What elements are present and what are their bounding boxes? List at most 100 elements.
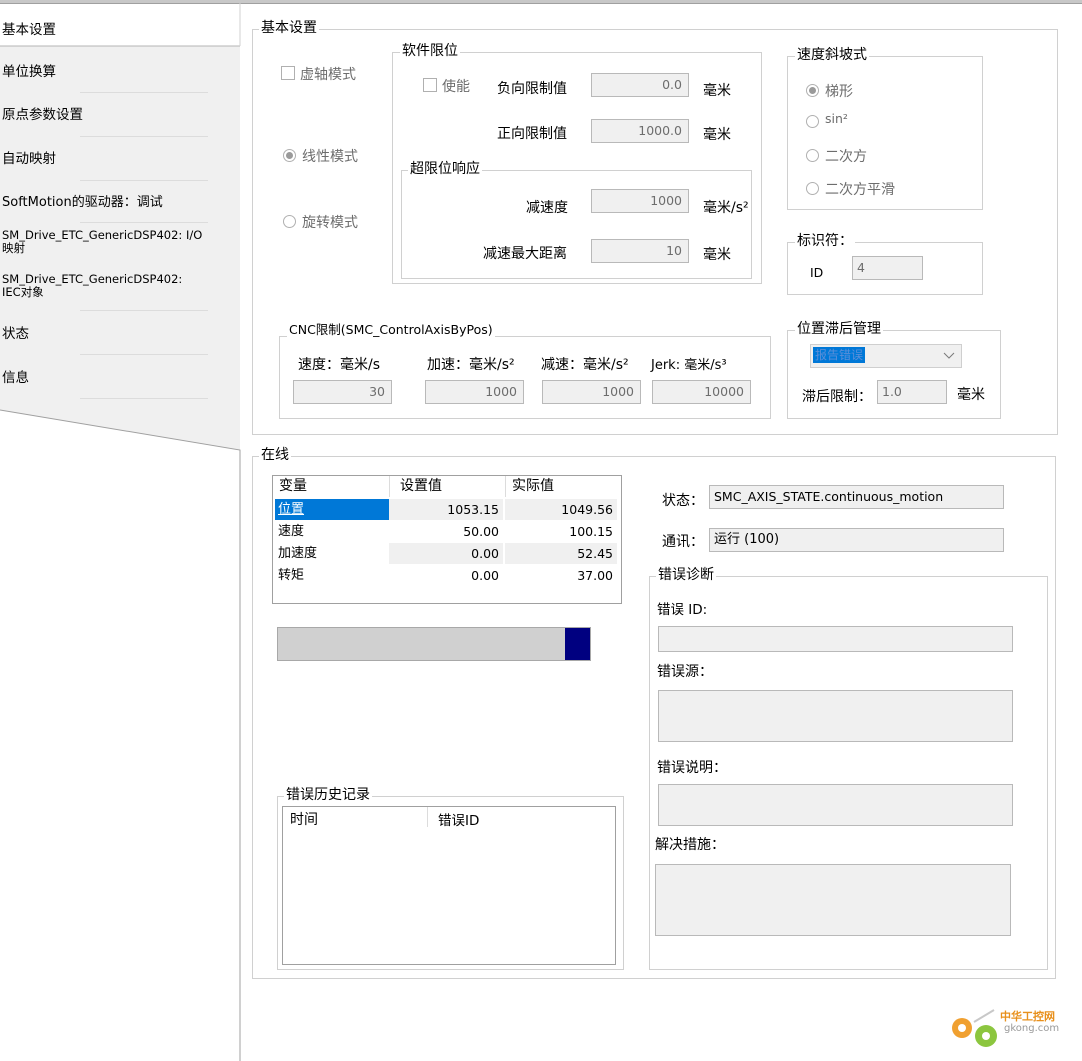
sidebar-item-label: SM_Drive_ETC_GenericDSP402: IEC对象 — [2, 272, 183, 299]
table-row[interactable]: 速度 50.00 100.15 — [273, 521, 619, 542]
sidebar-item-label: 基本设置 — [2, 22, 56, 38]
rotary-mode-label: 旋转模式 — [302, 215, 358, 231]
error-history-title: 错误历史记录 — [284, 787, 372, 803]
identifier-title: 标识符： — [795, 233, 855, 249]
sidebar-separator — [80, 180, 208, 181]
ramp-quadratic-smooth-label: 二次方平滑 — [825, 182, 895, 198]
sidebar-separator — [80, 136, 208, 137]
table-row[interactable]: 位置 1053.15 1049.56 — [273, 499, 619, 520]
column-divider — [427, 807, 428, 827]
table-cell-actual: 1049.56 — [505, 499, 617, 520]
table-row[interactable]: 加速度 0.00 52.45 — [273, 543, 619, 564]
sidebar-item-label: 自动映射 — [2, 151, 56, 167]
cnc-jerk-field[interactable]: 10000 — [652, 380, 751, 404]
max-decel-dist-unit: 毫米 — [703, 247, 731, 263]
table-cell-set: 0.00 — [471, 568, 499, 583]
sidebar-item-basic-settings[interactable]: 基本设置 — [2, 18, 234, 38]
cnc-decel-field[interactable]: 1000 — [542, 380, 641, 404]
sidebar-item-iec-objects[interactable]: SM_Drive_ETC_GenericDSP402: IEC对象 — [2, 273, 234, 299]
error-action-field[interactable] — [655, 864, 1011, 936]
identifier-id-field[interactable]: 4 — [852, 256, 923, 280]
sidebar-separator — [80, 310, 208, 311]
ramp-quadratic-radio[interactable] — [806, 149, 819, 162]
linear-mode-label: 线性模式 — [302, 149, 358, 165]
overlimit-group — [401, 170, 752, 279]
ramp-trapezoid-radio[interactable] — [806, 84, 819, 97]
neg-limit-label: 负向限制值 — [497, 81, 567, 97]
lag-mode-selected: 报告错误 — [813, 347, 866, 363]
decel-label: 减速度 — [526, 200, 568, 216]
axis-state-field[interactable]: SMC_AXIS_STATE.continuous_motion — [709, 485, 1004, 509]
variables-table: 变量 设置值 实际值 位置 1053.15 1049.56 速度 50.00 1… — [272, 475, 622, 604]
sidebar-item-unit-conversion[interactable]: 单位换算 — [2, 60, 234, 80]
soft-limit-enable-checkbox[interactable] — [423, 78, 437, 92]
sidebar-separator — [80, 398, 208, 399]
sidebar-item-drive-debug[interactable]: SoftMotion的驱动器：调试 — [2, 191, 234, 210]
pos-limit-label: 正向限制值 — [497, 126, 567, 142]
error-diagnosis-title: 错误诊断 — [656, 567, 716, 583]
cnc-decel-label: 减速：毫米/s² — [541, 357, 629, 373]
ramp-trapezoid-label: 梯形 — [825, 84, 853, 100]
error-history-list[interactable]: 时间 错误ID — [282, 806, 616, 965]
pos-limit-unit: 毫米 — [703, 127, 731, 143]
comm-label: 通讯： — [662, 534, 704, 550]
cnc-jerk-label: Jerk: 毫米/s³ — [651, 358, 727, 373]
neg-limit-field[interactable]: 0.0 — [591, 73, 689, 97]
comm-field[interactable]: 运行 (100) — [709, 528, 1004, 552]
sidebar-item-status[interactable]: 状态 — [2, 322, 234, 342]
sidebar-item-info[interactable]: 信息 — [2, 366, 234, 386]
cnc-limits-title: CNC限制(SMC_ControlAxisByPos) — [287, 322, 495, 338]
error-id-field[interactable] — [658, 626, 1013, 652]
lag-limit-unit: 毫米 — [957, 387, 985, 403]
error-description-field[interactable] — [658, 784, 1013, 826]
table-cell-set: 0.00 — [389, 543, 503, 564]
cnc-speed-field[interactable]: 30 — [293, 380, 392, 404]
axis-state-label: 状态： — [662, 493, 704, 509]
neg-limit-unit: 毫米 — [703, 83, 731, 99]
sidebar-item-label: 单位换算 — [2, 64, 56, 80]
error-source-field[interactable] — [658, 690, 1013, 742]
watermark-text: 中华工控网 — [1000, 1010, 1055, 1023]
watermark-logo: 中华工控网 gkong.com — [944, 1002, 1074, 1054]
position-progress-fill — [565, 628, 590, 660]
lag-mode-select[interactable]: 报告错误 — [810, 344, 962, 368]
soft-limit-enable-label: 使能 — [442, 79, 470, 95]
identifier-id-label: ID — [810, 265, 824, 280]
pos-limit-field[interactable]: 1000.0 — [591, 119, 689, 143]
sidebar-item-io-mapping[interactable]: SM_Drive_ETC_GenericDSP402: I/O 映射 — [2, 229, 234, 255]
gear-icon — [952, 1009, 997, 1047]
cnc-speed-label: 速度：毫米/s — [298, 357, 381, 373]
table-header-variable: 变量 — [279, 478, 307, 494]
table-cell-variable: 加速度 — [278, 546, 318, 561]
ramp-quadratic-label: 二次方 — [825, 149, 867, 165]
lag-limit-label: 滞后限制： — [802, 389, 872, 405]
max-decel-dist-field[interactable]: 10 — [591, 239, 689, 263]
lag-limit-field[interactable]: 1.0 — [877, 380, 947, 404]
virtual-mode-checkbox[interactable] — [281, 66, 295, 80]
sidebar-separator — [80, 92, 208, 93]
table-cell-variable: 转矩 — [278, 568, 305, 583]
decel-field[interactable]: 1000 — [591, 189, 689, 213]
table-cell-actual: 37.00 — [577, 568, 613, 583]
sidebar-item-homing[interactable]: 原点参数设置 — [2, 103, 234, 123]
sidebar-item-auto-mapping[interactable]: 自动映射 — [2, 147, 234, 167]
linear-mode-radio[interactable] — [283, 149, 296, 162]
sidebar-separator — [80, 354, 208, 355]
table-cell-variable: 位置 — [275, 499, 389, 520]
ramp-sin2-radio[interactable] — [806, 115, 819, 128]
virtual-mode-label: 虚轴模式 — [300, 67, 356, 83]
table-header-actual-value: 实际值 — [505, 476, 621, 497]
table-row[interactable]: 转矩 0.00 37.00 — [273, 565, 619, 586]
error-source-label: 错误源： — [657, 664, 713, 680]
cnc-accel-label: 加速：毫米/s² — [427, 357, 515, 373]
ramp-quadratic-smooth-radio[interactable] — [806, 182, 819, 195]
ramp-sin2-label: sin² — [825, 111, 848, 126]
cnc-limits-group — [279, 336, 771, 419]
cnc-accel-field[interactable]: 1000 — [425, 380, 524, 404]
error-history-col-id: 错误ID — [438, 813, 480, 829]
table-cell-set: 50.00 — [463, 524, 499, 539]
sidebar-item-label: 信息 — [2, 370, 29, 386]
error-history-col-time: 时间 — [290, 812, 318, 828]
sidebar-separator — [80, 222, 208, 223]
rotary-mode-radio[interactable] — [283, 215, 296, 228]
